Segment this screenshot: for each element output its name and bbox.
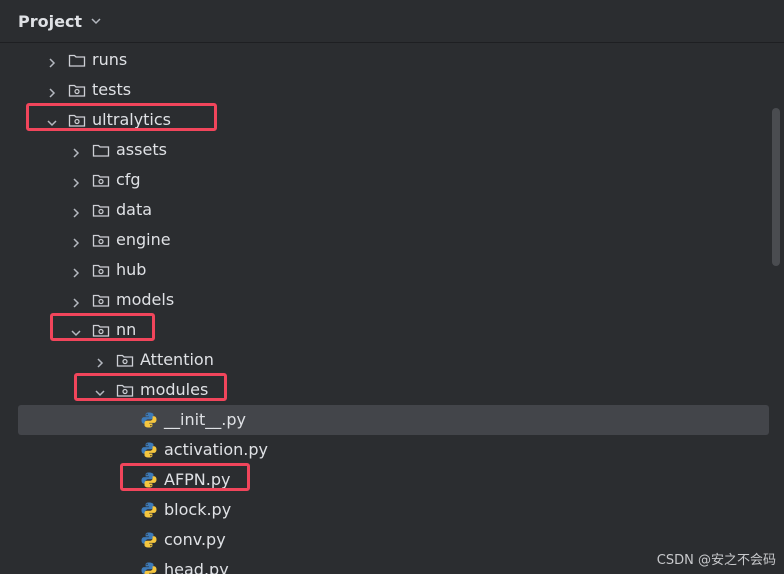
folder-row[interactable]: cfg	[0, 165, 770, 195]
tree-item-label: tests	[92, 80, 132, 99]
tree-item-label: block.py	[164, 500, 232, 519]
tree-item-label: modules	[140, 380, 209, 399]
tree-item-label: hub	[116, 260, 147, 279]
folder-row[interactable]: nn	[0, 315, 770, 345]
package-folder-icon	[92, 232, 110, 248]
file-row[interactable]: conv.py	[0, 525, 770, 555]
project-header: Project	[0, 0, 784, 43]
vertical-scrollbar[interactable]	[772, 108, 780, 266]
tree-item-label: models	[116, 290, 175, 309]
file-row[interactable]: activation.py	[0, 435, 770, 465]
package-folder-icon	[68, 112, 86, 128]
python-file-icon	[140, 531, 158, 548]
package-folder-icon	[92, 202, 110, 218]
project-tree: runs tests ultralytics assets cfg data engine h…	[0, 45, 784, 574]
python-file-icon	[140, 441, 158, 458]
folder-row[interactable]: assets	[0, 135, 770, 165]
chevron-right-icon[interactable]	[94, 354, 106, 368]
folder-row[interactable]: data	[0, 195, 770, 225]
folder-row[interactable]: modules	[0, 375, 770, 405]
file-row[interactable]: __init__.py	[0, 405, 770, 435]
python-file-icon	[140, 561, 158, 574]
tree-item-label: conv.py	[164, 530, 226, 549]
package-folder-icon	[92, 172, 110, 188]
tree-item-label: nn	[116, 320, 137, 339]
package-folder-icon	[92, 322, 110, 338]
chevron-right-icon[interactable]	[70, 204, 82, 218]
tree-item-label: assets	[116, 140, 167, 159]
chevron-right-icon[interactable]	[46, 54, 58, 68]
watermark-text: CSDN @安之不会码	[656, 553, 776, 568]
project-title[interactable]: Project	[18, 12, 82, 31]
chevron-right-icon[interactable]	[70, 294, 82, 308]
selection-highlight	[18, 405, 769, 435]
folder-row[interactable]: engine	[0, 225, 770, 255]
chevron-right-icon[interactable]	[70, 174, 82, 188]
folder-row[interactable]: ultralytics	[0, 105, 770, 135]
chevron-down-icon[interactable]	[90, 15, 102, 27]
tree-item-label: __init__.py	[164, 410, 247, 429]
package-folder-icon	[116, 352, 134, 368]
folder-row[interactable]: tests	[0, 75, 770, 105]
tree-item-label: AFPN.py	[164, 470, 231, 489]
chevron-down-icon[interactable]	[94, 384, 106, 397]
package-folder-icon	[116, 382, 134, 398]
chevron-right-icon[interactable]	[46, 84, 58, 98]
tree-item-label: Attention	[140, 350, 214, 369]
package-folder-icon	[92, 262, 110, 278]
chevron-right-icon[interactable]	[70, 144, 82, 158]
folder-row[interactable]: models	[0, 285, 770, 315]
tree-item-label: head.py	[164, 560, 229, 574]
folder-row[interactable]: hub	[0, 255, 770, 285]
project-tool-window: Project runs tests ultralytics assets cfg dat…	[0, 0, 784, 574]
tree-item-label: cfg	[116, 170, 141, 189]
folder-icon	[92, 142, 110, 158]
tree-item-label: activation.py	[164, 440, 268, 459]
chevron-right-icon[interactable]	[70, 264, 82, 278]
chevron-right-icon[interactable]	[70, 234, 82, 248]
folder-row[interactable]: runs	[0, 45, 770, 75]
python-file-icon	[140, 471, 158, 488]
file-row[interactable]: block.py	[0, 495, 770, 525]
tree-item-label: data	[116, 200, 153, 219]
folder-row[interactable]: Attention	[0, 345, 770, 375]
chevron-down-icon[interactable]	[70, 324, 82, 337]
package-folder-icon	[92, 292, 110, 308]
package-folder-icon	[68, 82, 86, 98]
folder-icon	[68, 52, 86, 68]
file-row[interactable]: AFPN.py	[0, 465, 770, 495]
tree-item-label: ultralytics	[92, 110, 172, 129]
tree-item-label: engine	[116, 230, 171, 249]
file-row[interactable]: head.py	[0, 555, 770, 574]
chevron-down-icon[interactable]	[46, 114, 58, 127]
python-file-icon	[140, 501, 158, 518]
python-file-icon	[140, 411, 158, 428]
tree-item-label: runs	[92, 50, 128, 69]
